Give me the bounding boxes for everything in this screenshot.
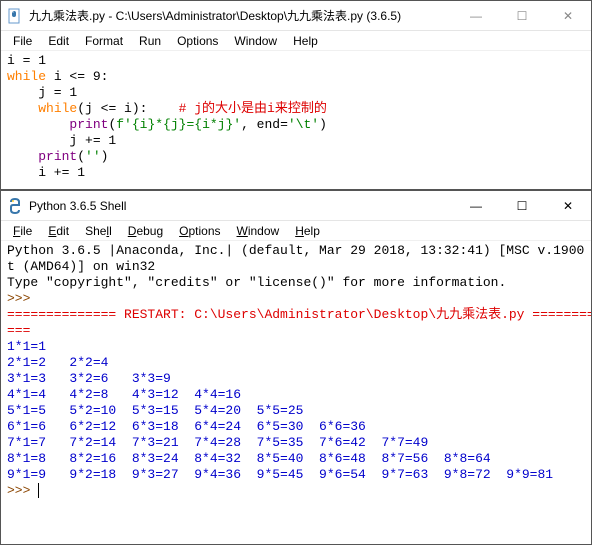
editor-titlebar[interactable]: 九九乘法表.py - C:\Users\Administrator\Deskto…	[1, 1, 591, 31]
menu-edit[interactable]: Edit	[40, 34, 77, 48]
output-row: 8*1=8 8*2=16 8*3=24 8*4=32 8*5=40 8*6=48…	[7, 451, 491, 466]
minimize-button[interactable]: —	[453, 1, 499, 30]
shell-window: Python 3.6.5 Shell — ☐ ✕ File Edit Shell…	[0, 190, 592, 545]
close-button[interactable]: ✕	[545, 191, 591, 220]
editor-menubar: File Edit Format Run Options Window Help	[1, 31, 591, 51]
menu-format[interactable]: Format	[77, 34, 131, 48]
editor-window: 九九乘法表.py - C:\Users\Administrator\Deskto…	[0, 0, 592, 190]
menu-file[interactable]: File	[5, 34, 40, 48]
output-row: 6*1=6 6*2=12 6*3=18 6*4=24 6*5=30 6*6=36	[7, 419, 366, 434]
menu-options[interactable]: Options	[169, 34, 226, 48]
menu-shell[interactable]: Shell	[77, 224, 120, 238]
shell-title: Python 3.6.5 Shell	[29, 199, 453, 213]
shell-sysbtns: — ☐ ✕	[453, 191, 591, 220]
menu-run[interactable]: Run	[131, 34, 169, 48]
banner-line: Type "copyright", "credits" or "license(…	[7, 275, 506, 290]
menu-file[interactable]: File	[5, 224, 40, 238]
menu-help[interactable]: Help	[285, 34, 326, 48]
menu-edit[interactable]: Edit	[40, 224, 77, 238]
editor-sysbtns: — ☐ ✕	[453, 1, 591, 30]
prompt: >>>	[7, 291, 38, 306]
output-row: 3*1=3 3*2=6 3*3=9	[7, 371, 171, 386]
output-row: 5*1=5 5*2=10 5*3=15 5*4=20 5*5=25	[7, 403, 303, 418]
banner-line: t (AMD64)] on win32	[7, 259, 155, 274]
output-row: 1*1=1	[7, 339, 46, 354]
close-button[interactable]: ✕	[545, 1, 591, 30]
menu-help[interactable]: Help	[287, 224, 328, 238]
shell-menubar: File Edit Shell Debug Options Window Hel…	[1, 221, 591, 241]
restart-line: ===	[7, 323, 30, 338]
output-row: 4*1=4 4*2=8 4*3=12 4*4=16	[7, 387, 241, 402]
text-cursor	[38, 483, 39, 498]
maximize-button[interactable]: ☐	[499, 191, 545, 220]
code-editor[interactable]: i = 1 while i <= 9: j = 1 while(j <= i):…	[1, 51, 591, 187]
prompt: >>>	[7, 483, 38, 498]
minimize-button[interactable]: —	[453, 191, 499, 220]
python-shell-icon	[7, 198, 23, 214]
output-row: 7*1=7 7*2=14 7*3=21 7*4=28 7*5=35 7*6=42…	[7, 435, 428, 450]
menu-options[interactable]: Options	[171, 224, 228, 238]
menu-window[interactable]: Window	[226, 34, 285, 48]
output-row: 9*1=9 9*2=18 9*3=27 9*4=36 9*5=45 9*6=54…	[7, 467, 553, 482]
output-row: 2*1=2 2*2=4	[7, 355, 108, 370]
shell-titlebar[interactable]: Python 3.6.5 Shell — ☐ ✕	[1, 191, 591, 221]
restart-line: ============== RESTART: C:\Users\Adminis…	[7, 307, 591, 322]
maximize-button[interactable]: ☐	[499, 1, 545, 30]
menu-window[interactable]: Window	[229, 224, 288, 238]
shell-output[interactable]: Python 3.6.5 |Anaconda, Inc.| (default, …	[1, 241, 591, 542]
python-file-icon	[7, 8, 23, 24]
menu-debug[interactable]: Debug	[120, 224, 171, 238]
editor-title: 九九乘法表.py - C:\Users\Administrator\Deskto…	[29, 7, 453, 24]
banner-line: Python 3.6.5 |Anaconda, Inc.| (default, …	[7, 243, 591, 258]
